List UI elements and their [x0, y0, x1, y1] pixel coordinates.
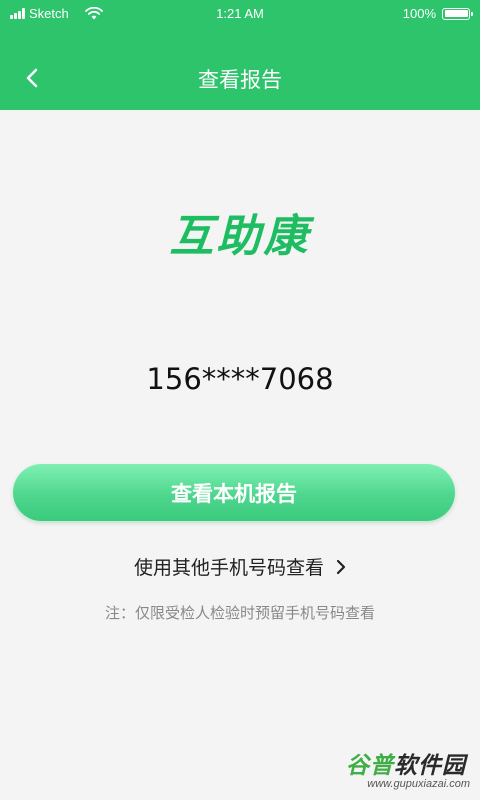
chevron-right-icon [336, 559, 346, 574]
watermark-title-part2: 软件园 [394, 753, 466, 779]
page-title: 查看报告 [198, 68, 282, 92]
watermark-title-part1: 谷普 [346, 753, 394, 779]
view-own-report-button[interactable]: 查看本机报告 [13, 464, 455, 521]
watermark: 谷普软件园 www.gupuxiazai.com [322, 746, 474, 796]
app-logo: 互助康 [169, 211, 311, 262]
phone-number: 156****7068 [146, 362, 334, 396]
app-header: Sketch 1:21 AM 100% 查看报告 [0, 0, 480, 110]
status-right: 100% [402, 6, 473, 21]
note-text: 注：仅限受检人检验时预留手机号码查看 [104, 604, 375, 622]
view-own-report-label: 查看本机报告 [171, 481, 297, 506]
watermark-title: 谷普软件园 [346, 746, 466, 780]
status-bar: Sketch 1:21 AM 100% [0, 0, 480, 30]
use-other-phone-label: 使用其他手机号码查看 [133, 557, 324, 579]
watermark-url: www.gupuxiazai.com [367, 778, 470, 790]
use-other-phone-link[interactable]: 使用其他手机号码查看 [0, 553, 480, 580]
battery-icon [442, 7, 473, 20]
battery-percent: 100% [402, 6, 436, 21]
